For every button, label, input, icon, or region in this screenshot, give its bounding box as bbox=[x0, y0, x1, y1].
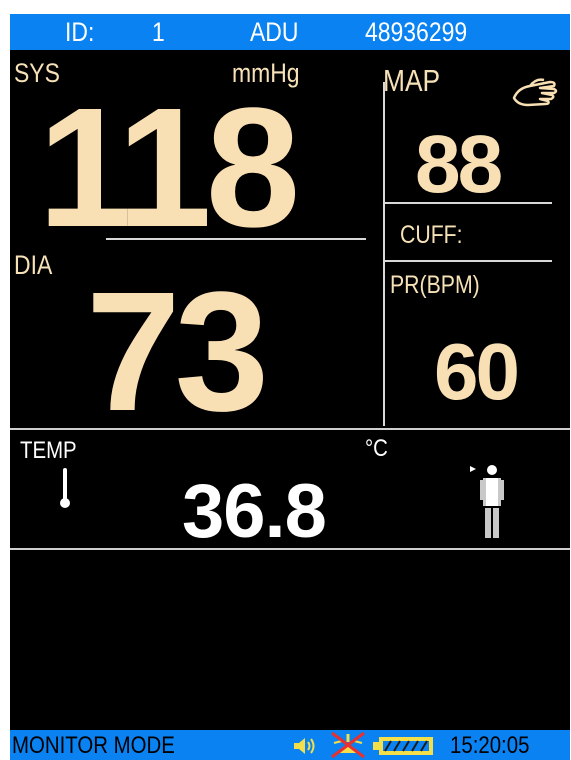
temp-top-divider bbox=[10, 428, 570, 430]
battery-icon bbox=[373, 737, 433, 755]
temp-bottom-divider bbox=[10, 548, 570, 550]
sys-value: 118 bbox=[38, 73, 300, 263]
alarm-off-icon[interactable] bbox=[330, 731, 366, 759]
hand-icon bbox=[512, 78, 558, 107]
id-value: 1 bbox=[152, 17, 165, 47]
cuff-label: CUFF: bbox=[400, 221, 463, 249]
temp-value: 36.8 bbox=[182, 469, 327, 554]
speaker-icon[interactable] bbox=[292, 736, 320, 756]
dia-value: 73 bbox=[86, 257, 269, 447]
status-bar: MONITOR MODE 15:20:05 bbox=[10, 730, 570, 760]
dia-label: DIA bbox=[14, 250, 53, 280]
patient-figure-icon bbox=[470, 465, 504, 538]
temp-label: TEMP bbox=[20, 437, 77, 464]
temp-unit: °C bbox=[365, 435, 388, 462]
clock-time: 15:20:05 bbox=[450, 732, 530, 759]
map-divider bbox=[385, 202, 552, 204]
patient-type: ADU bbox=[250, 17, 299, 47]
serial-number: 48936299 bbox=[365, 17, 468, 47]
id-label: ID: bbox=[65, 17, 95, 47]
sys-divider bbox=[106, 238, 366, 240]
map-value: 88 bbox=[415, 119, 503, 210]
cuff-divider bbox=[385, 260, 552, 262]
header-bar: ID: 1 ADU 48936299 bbox=[10, 14, 570, 50]
pr-value: 60 bbox=[434, 327, 520, 416]
pr-label: PR(BPM) bbox=[390, 271, 480, 299]
monitor-screen: ID: 1 ADU 48936299 SYS mmHg MAP 118 DIA … bbox=[10, 14, 570, 760]
map-label: MAP bbox=[383, 63, 441, 98]
thermometer-icon bbox=[60, 468, 70, 508]
panel-divider bbox=[383, 82, 385, 426]
mode-label: MONITOR MODE bbox=[12, 732, 175, 759]
